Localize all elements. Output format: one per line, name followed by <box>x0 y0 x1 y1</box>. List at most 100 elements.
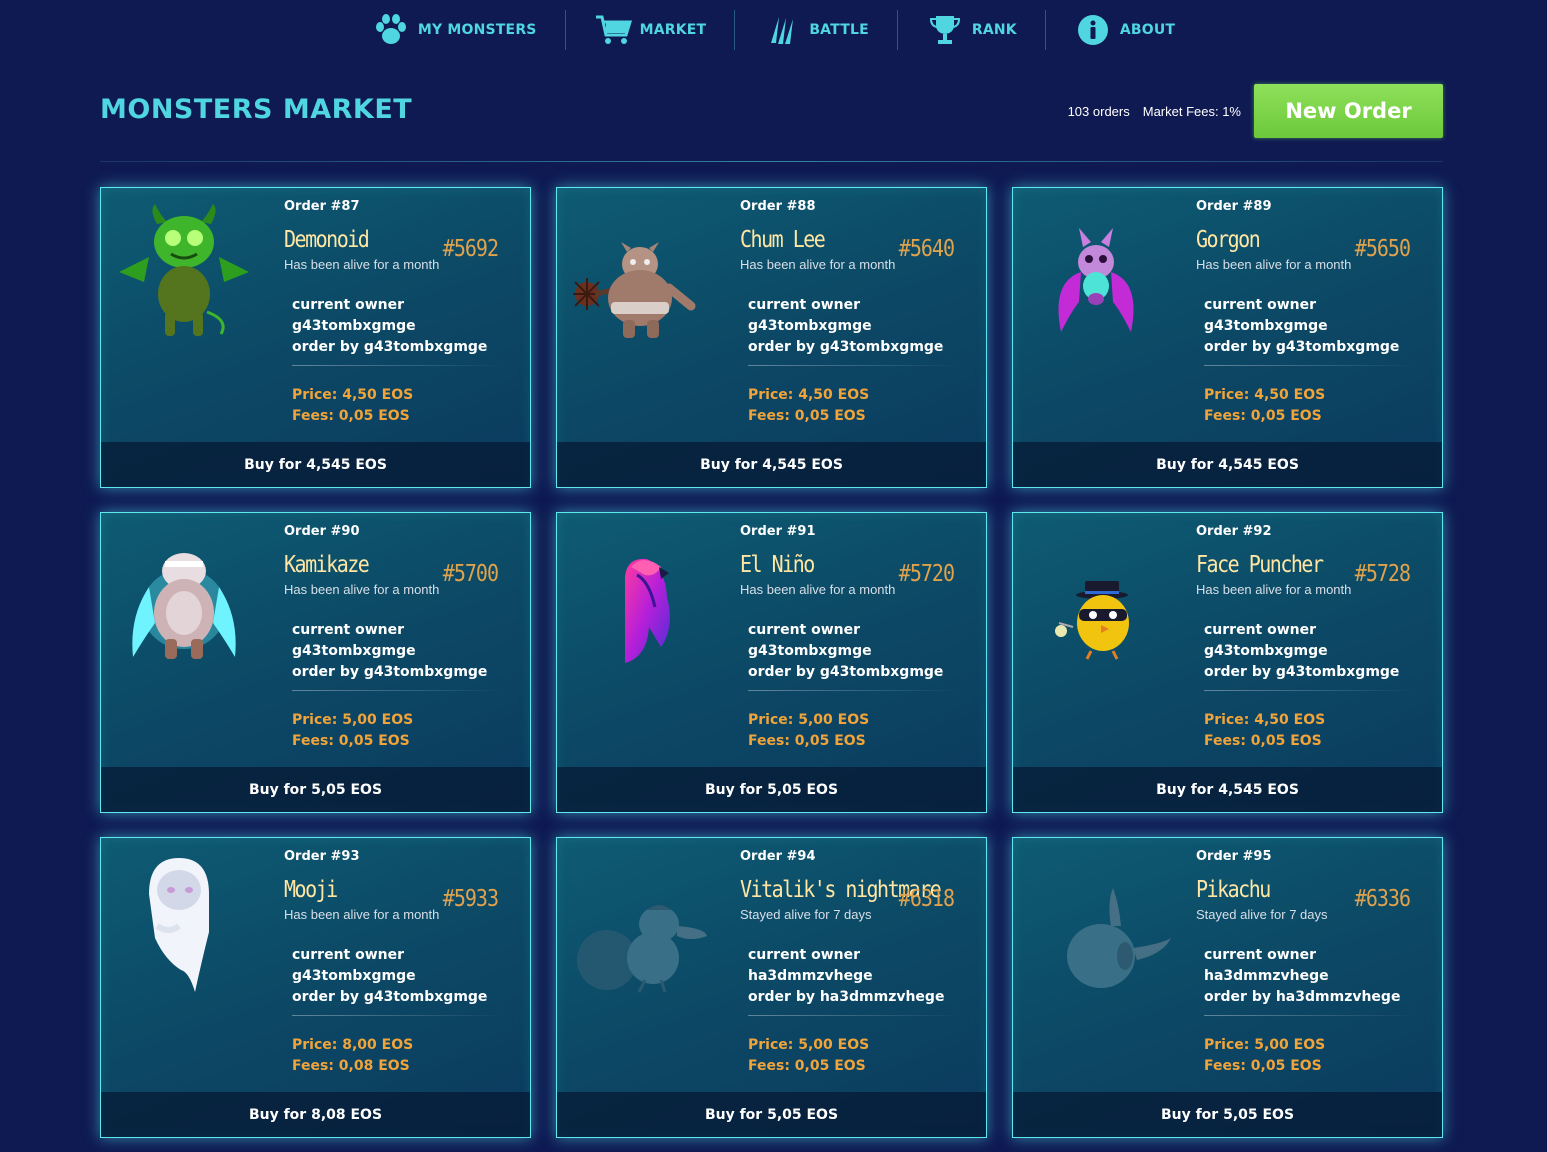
paw-icon <box>372 13 410 47</box>
buy-button[interactable]: Buy for 5,05 EOS <box>557 1092 986 1137</box>
info-icon <box>1074 13 1112 47</box>
market-fees: Market Fees: 1% <box>1142 104 1241 119</box>
owner-info: current owner g43tombxgmge order by g43t… <box>748 620 943 683</box>
price: Price: 4,50 EOS <box>748 387 870 403</box>
faded-blob-monster-image <box>1021 852 1171 992</box>
order-by: order by g43tombxgmge <box>748 664 944 680</box>
owner-info: current owner g43tombxgmge order by g43t… <box>292 620 487 683</box>
price: Price: 4,50 EOS <box>1204 712 1326 728</box>
order-card: Order #93 Mooji #5933 Has been alive for… <box>100 837 531 1138</box>
buy-button[interactable]: Buy for 5,05 EOS <box>1013 1092 1442 1137</box>
new-order-button[interactable]: New Order <box>1254 84 1443 138</box>
buy-button[interactable]: Buy for 4,545 EOS <box>557 442 986 487</box>
flame-bird-monster-image <box>565 527 715 667</box>
buy-button[interactable]: Buy for 8,08 EOS <box>101 1092 530 1137</box>
order-by: order by g43tombxgmge <box>1204 664 1400 680</box>
order-number: Order #88 <box>740 199 816 214</box>
price: Price: 8,00 EOS <box>292 1037 414 1053</box>
fees: Fees: 0,05 EOS <box>748 408 866 424</box>
header-divider <box>100 161 1443 162</box>
owner-label: current owner <box>292 297 405 313</box>
monster-id: #5692 <box>442 234 499 262</box>
nav-item-my-monsters[interactable]: MY MONSTERS <box>344 10 566 50</box>
monster-name: Demonoid <box>284 225 370 253</box>
nav-item-about[interactable]: ABOUT <box>1046 10 1203 50</box>
nav-item-market[interactable]: MARKET <box>566 10 736 50</box>
owner-label: current owner <box>748 297 861 313</box>
cart-icon <box>594 13 632 47</box>
price: Price: 4,50 EOS <box>292 387 414 403</box>
owner-label: current owner <box>1204 297 1317 313</box>
price-info: Price: 4,50 EOS Fees: 0,05 EOS <box>1204 385 1325 427</box>
fees: Fees: 0,05 EOS <box>1204 1058 1322 1074</box>
alive-status: Has been alive for a month <box>740 582 896 597</box>
owner-name: ha3dmmzvhege <box>748 968 873 984</box>
orders-count: 103 orders <box>1067 104 1130 119</box>
fees: Fees: 0,05 EOS <box>1204 733 1322 749</box>
owner-label: current owner <box>748 622 861 638</box>
page-title: MONSTERS MARKET <box>100 94 413 125</box>
monster-name: Mooji <box>284 875 338 903</box>
separator <box>292 1015 507 1016</box>
monster-id: #6318 <box>898 884 955 912</box>
owner-label: current owner <box>1204 947 1317 963</box>
nav-item-battle[interactable]: BATTLE <box>735 10 898 50</box>
price-info: Price: 5,00 EOS Fees: 0,05 EOS <box>1204 1035 1325 1077</box>
white-ghost-monster-image <box>109 852 259 992</box>
owner-name: g43tombxgmge <box>748 318 872 334</box>
price-info: Price: 5,00 EOS Fees: 0,05 EOS <box>292 710 413 752</box>
price: Price: 4,50 EOS <box>1204 387 1326 403</box>
monster-name: Chum Lee <box>740 225 826 253</box>
buy-button[interactable]: Buy for 5,05 EOS <box>101 767 530 812</box>
buy-button[interactable]: Buy for 4,545 EOS <box>1013 767 1442 812</box>
order-card: Order #87 Demonoid #5692 Has been alive … <box>100 187 531 488</box>
alive-status: Has been alive for a month <box>1196 582 1352 597</box>
order-by: order by ha3dmmzvhege <box>1204 989 1401 1005</box>
buy-button[interactable]: Buy for 4,545 EOS <box>101 442 530 487</box>
order-number: Order #92 <box>1196 524 1272 539</box>
alive-status: Has been alive for a month <box>740 257 896 272</box>
order-number: Order #90 <box>284 524 360 539</box>
nav-item-rank[interactable]: RANK <box>898 10 1046 50</box>
order-number: Order #89 <box>1196 199 1272 214</box>
trophy-icon <box>926 13 964 47</box>
nav-label: RANK <box>971 22 1017 38</box>
monster-name: El Niño <box>740 550 815 578</box>
owner-info: current owner g43tombxgmge order by g43t… <box>1204 295 1399 358</box>
owner-info: current owner g43tombxgmge order by g43t… <box>292 295 487 358</box>
separator <box>292 690 507 691</box>
alive-status: Has been alive for a month <box>284 257 440 272</box>
order-number: Order #95 <box>1196 849 1272 864</box>
ogre-mace-monster-image <box>565 202 715 342</box>
glowing-bear-monster-image <box>109 527 259 667</box>
monster-id: #5720 <box>898 559 955 587</box>
separator <box>1204 365 1419 366</box>
monster-name: Face Puncher <box>1196 550 1324 578</box>
order-by: order by g43tombxgmge <box>1204 339 1400 355</box>
buy-button[interactable]: Buy for 4,545 EOS <box>1013 442 1442 487</box>
monster-name: Kamikaze <box>284 550 370 578</box>
order-by: order by g43tombxgmge <box>292 664 488 680</box>
monster-id: #5650 <box>1354 234 1411 262</box>
nav-label: MARKET <box>639 22 707 38</box>
order-by: order by g43tombxgmge <box>292 989 488 1005</box>
owner-name: g43tombxgmge <box>1204 318 1328 334</box>
fees: Fees: 0,05 EOS <box>292 408 410 424</box>
order-by: order by g43tombxgmge <box>292 339 488 355</box>
owner-label: current owner <box>748 947 861 963</box>
price: Price: 5,00 EOS <box>748 712 870 728</box>
market-stats: 103 orders Market Fees: 1% <box>1068 104 1241 119</box>
order-number: Order #91 <box>740 524 816 539</box>
fees: Fees: 0,05 EOS <box>748 1058 866 1074</box>
nav-label: BATTLE <box>809 22 869 38</box>
nav-label: MY MONSTERS <box>417 22 537 38</box>
alive-status: Has been alive for a month <box>1196 257 1352 272</box>
fees: Fees: 0,05 EOS <box>292 733 410 749</box>
monster-id: #5640 <box>898 234 955 262</box>
buy-button[interactable]: Buy for 5,05 EOS <box>557 767 986 812</box>
price: Price: 5,00 EOS <box>292 712 414 728</box>
owner-info: current owner g43tombxgmge order by g43t… <box>292 945 487 1008</box>
fees: Fees: 0,05 EOS <box>1204 408 1322 424</box>
monster-id: #5700 <box>442 559 499 587</box>
nav-label: ABOUT <box>1119 22 1176 38</box>
